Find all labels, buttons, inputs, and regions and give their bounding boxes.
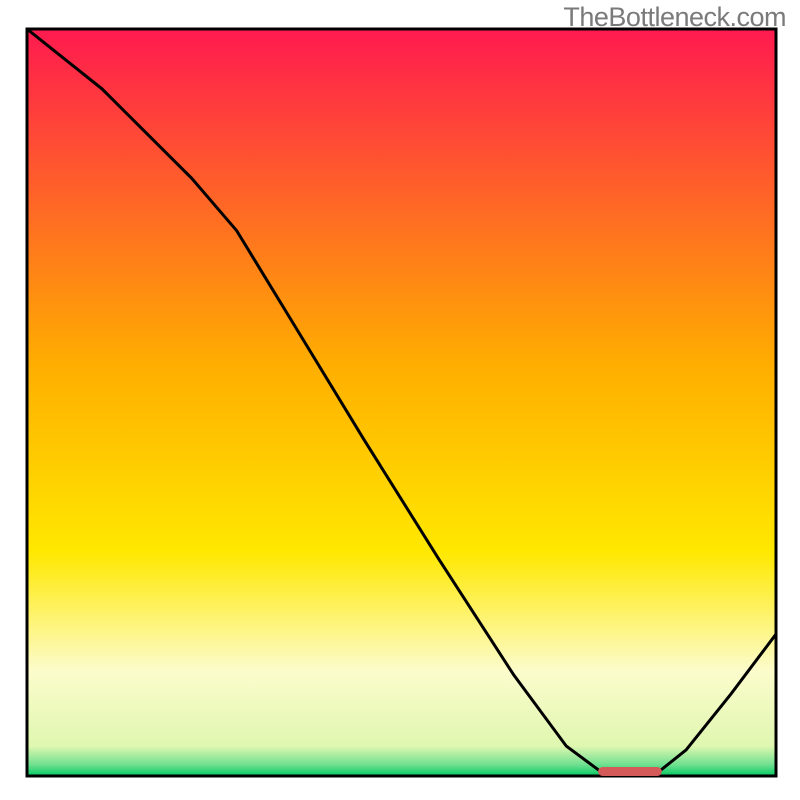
chart-container: { "watermark": "TheBottleneck.com", "cha… — [0, 0, 800, 800]
optimal-marker — [598, 767, 662, 776]
plot-background — [27, 29, 776, 776]
chart-svg — [0, 0, 800, 800]
watermark-text: TheBottleneck.com — [563, 2, 786, 33]
